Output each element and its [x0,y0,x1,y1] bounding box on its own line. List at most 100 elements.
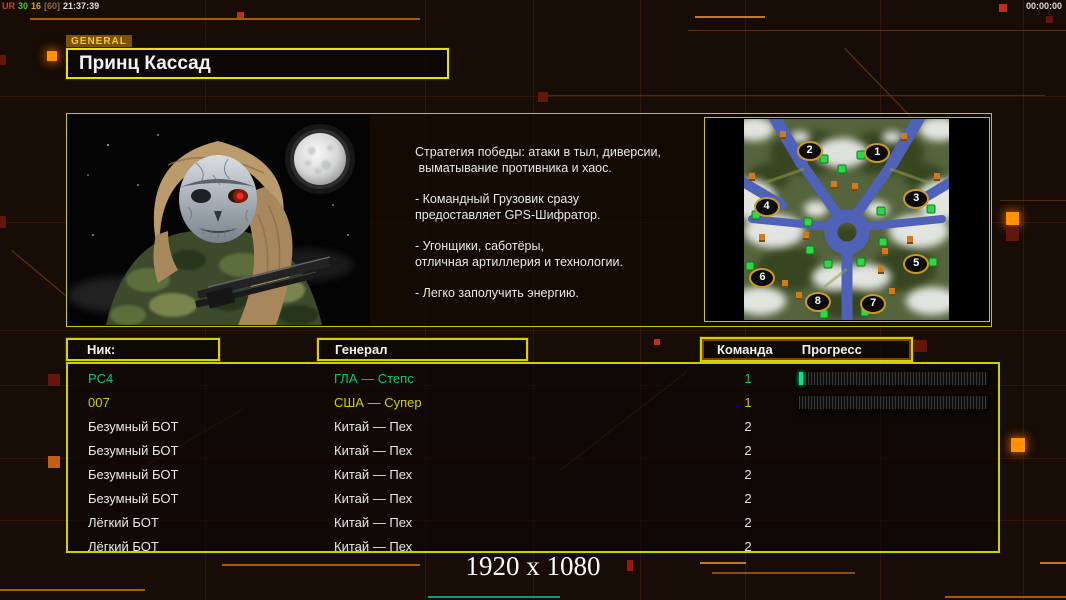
supply-dock-icon [837,164,847,174]
strategy-line: выматывание противника и хаос. [415,161,612,175]
strategy-line: Стратегия победы: атаки в тыл, диверсии, [415,145,661,159]
player-general: ГЛА — Степс [334,371,414,386]
portrait-art [68,115,370,338]
start-position-4: 4 [753,197,780,218]
debug-fps: 30 [18,1,29,11]
load-progress-bar [799,396,988,409]
resolution-label: 1920 x 1080 [465,551,601,581]
player-nick: Лёгкий БОТ [88,515,159,530]
decor-square [914,340,927,352]
load-progress-fill [799,372,803,385]
circuit-trace [844,48,911,118]
general-tab-label: GENERAL [66,35,132,48]
player-nick: Безумный БОТ [88,491,179,506]
decor-square [48,456,60,468]
circuit-line [945,596,1066,598]
player-nick: Безумный БОТ [88,467,179,482]
crate-icon [759,233,766,242]
player-general: Китай — Пех [334,443,413,458]
player-row: PC4 ГЛА — Степс 1 [68,367,998,391]
decor-square [0,55,6,65]
general-name-box: Принц Кассад [66,48,449,79]
crate-icon [900,133,907,142]
minimap: 1 2 3 4 5 6 7 8 [744,119,949,320]
supply-dock-icon [803,217,813,226]
start-position-8: 8 [804,291,831,312]
debug-value: 16 [31,1,42,11]
load-progress-bar [799,372,988,385]
decor-square [1006,212,1019,225]
minimap-panel: 1 2 3 4 5 6 7 8 [704,117,990,322]
crate-icon [907,235,914,244]
strategy-line [415,223,715,238]
player-row: Безумный БОТ Китай — Пех 2 [68,439,998,463]
supply-dock-icon [805,245,815,255]
circuit-line [688,30,1066,31]
crate-icon [933,173,940,182]
debug-stats: UR 30 16 [60] 21:37:39 [2,1,102,11]
header-progress-label: Прогресс [801,342,862,357]
player-row: Безумный БОТ Китай — Пех 2 [68,415,998,439]
supply-dock-icon [878,237,888,247]
player-general: США — Супер [334,395,422,410]
circuit-line [695,16,765,18]
player-general: Китай — Пех [334,515,413,530]
circuit-line [1000,200,1066,201]
circuit-line-teal [428,596,560,598]
strategy-line: - Командный Грузовик сразу [415,192,580,206]
supply-dock-icon [823,259,833,269]
strategy-line: - Легко заполучить энергию. [415,286,579,300]
decor-square [1006,228,1019,241]
supply-dock-icon [745,261,755,271]
decor-square [47,51,57,61]
crate-icon [888,287,895,296]
player-team: 2 [744,491,752,506]
strategy-line: предоставляет GPS-Шифратор. [415,208,601,222]
debug-clock: 21:37:39 [63,1,100,11]
player-table: PC4 ГЛА — Степс 1 007 США — Супер 1 Безумный Б… [66,362,1000,554]
supply-dock-icon [928,257,938,267]
crate-icon [851,183,858,192]
minimap-terrain [744,119,949,320]
match-timer: 00:00:00 [1025,1,1062,11]
player-nick: 007 [88,395,110,410]
strategy-text: Стратегия победы: атаки в тыл, диверсии,… [415,144,715,301]
supply-dock-icon [926,204,936,214]
crate-icon [779,131,786,140]
crate-icon [802,231,809,240]
crate-icon [878,265,885,274]
strategy-line [415,176,715,191]
crate-icon [749,173,756,182]
loading-screen: UR 30 16 [60] 21:37:39 00:00:00 GENERAL Прин… [0,0,1066,600]
crate-icon [882,247,889,256]
decor-square [538,92,548,102]
player-general: Китай — Пех [334,491,413,506]
crate-icon [831,181,838,190]
player-row: Безумный БОТ Китай — Пех 2 [68,463,998,487]
header-team-label: Команда [717,342,773,357]
start-position-3: 3 [903,189,930,210]
crate-icon [782,279,788,288]
decor-square [999,4,1007,12]
debug-label: UR [2,1,15,11]
player-row: Лёгкий БОТ Китай — Пех 2 [68,511,998,535]
player-team: 1 [744,395,752,410]
player-general: Китай — Пех [334,467,413,482]
start-position-5: 5 [903,253,930,274]
player-nick: Безумный БОТ [88,443,179,458]
general-name: Принц Кассад [79,53,211,74]
decor-square [48,374,60,386]
debug-cap: [60] [44,1,61,11]
general-info-panel: Стратегия победы: атаки в тыл, диверсии,… [66,113,992,338]
circuit-trace [11,250,66,296]
circuit-line [0,589,145,591]
start-position-7: 7 [860,293,887,314]
player-team: 2 [744,467,752,482]
player-team: 2 [744,443,752,458]
decor-square [0,216,6,228]
column-header-nick: Ник: [66,338,220,361]
header-general-label: Генерал [335,342,388,357]
supply-dock-icon [856,257,866,267]
general-portrait [68,115,370,338]
decor-square [237,12,244,18]
